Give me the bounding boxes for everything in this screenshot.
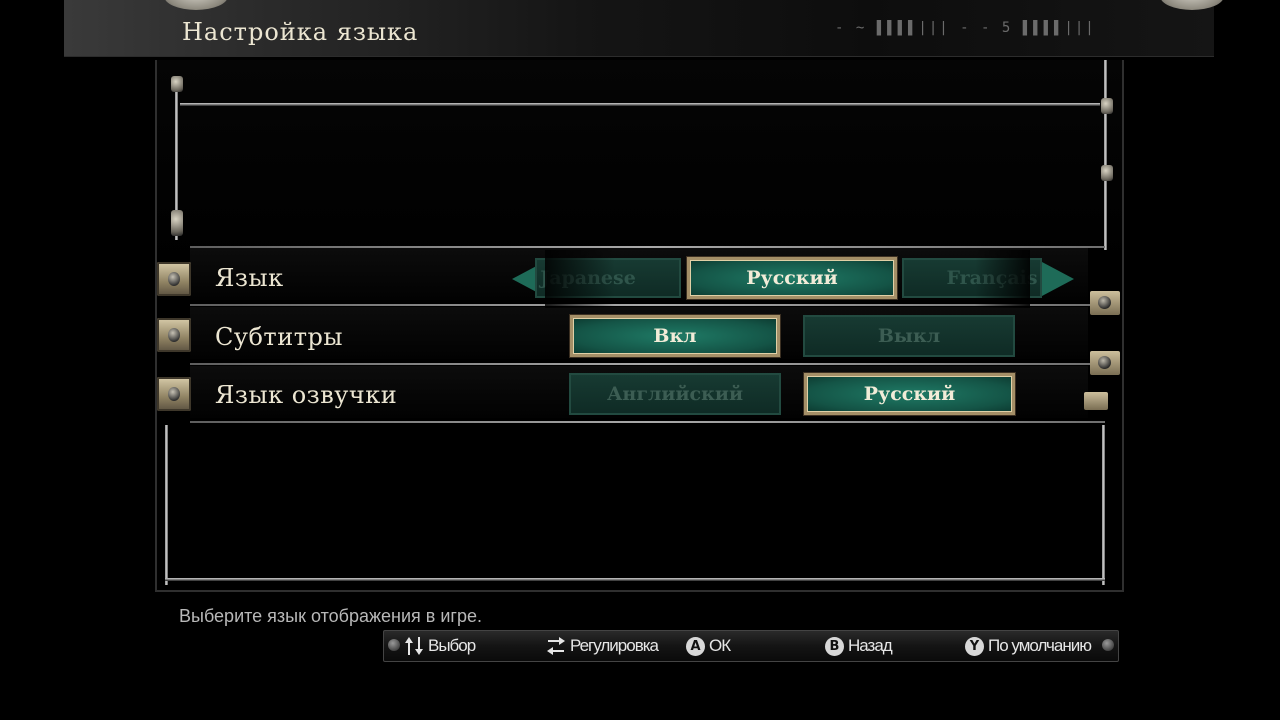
bolt-icon: [1098, 296, 1111, 309]
y-button-icon: Y: [965, 636, 984, 656]
row-bracket: [157, 318, 191, 352]
right-lower-pipe: [1102, 425, 1105, 585]
option-label: Русский: [746, 267, 838, 289]
controls-bar: Выбор Регулировка A ОК B Назад Y По умол…: [383, 630, 1119, 662]
option-label: Вкл: [653, 325, 697, 347]
bar-endcap-right: [1102, 639, 1114, 651]
hint-label: Регулировка: [570, 636, 659, 655]
pipe-fitting-top: [171, 76, 183, 92]
hint-adjust[interactable]: Регулировка: [546, 636, 659, 656]
hint-back[interactable]: B Назад: [825, 636, 893, 656]
hint-ok[interactable]: A ОК: [686, 636, 731, 656]
right-pipe-fitting-1: [1101, 98, 1113, 114]
a-button-icon: A: [686, 636, 705, 656]
right-pipe-fitting-2: [1101, 165, 1113, 181]
bar-endcap-left: [388, 639, 400, 651]
bolt-icon: [168, 272, 180, 286]
language-option-japanese[interactable]: Japanese: [535, 258, 681, 298]
header-ornament-left: [164, 0, 228, 10]
row-divider: [190, 363, 1105, 365]
bolt-icon: [168, 328, 180, 342]
hint-label: Назад: [848, 636, 893, 655]
option-label: Выкл: [877, 325, 941, 347]
language-option-french[interactable]: Français: [902, 258, 1042, 298]
swap-horizontal-icon: [547, 637, 565, 655]
b-button-icon: B: [825, 636, 844, 656]
row-divider: [190, 304, 1105, 306]
page-title: Настройка языка: [182, 18, 419, 46]
pipe-fitting: [1090, 351, 1120, 375]
pipe-fitting-bottom: [171, 210, 183, 236]
voice-option-english[interactable]: Английский: [569, 373, 781, 415]
row-divider: [190, 421, 1105, 423]
language-label: Язык: [215, 264, 284, 292]
option-label: Français: [946, 267, 1038, 289]
hint-select[interactable]: Выбор: [404, 636, 476, 656]
option-label: Английский: [606, 383, 744, 405]
pipe-fitting: [1090, 291, 1120, 315]
voice-language-label: Язык озвучки: [215, 381, 398, 409]
hint-default[interactable]: Y По умолчанию: [965, 636, 1092, 656]
option-label: Русский: [863, 383, 956, 405]
header-ornament-right: [1160, 0, 1224, 10]
language-option-russian[interactable]: Русский: [687, 257, 897, 299]
bolt-icon: [168, 387, 180, 401]
dpad-updown-icon: [405, 637, 423, 655]
hint-label: Выбор: [428, 636, 476, 655]
bolt-icon: [1098, 356, 1111, 369]
bottom-rail: [165, 578, 1105, 581]
option-label: Japanese: [540, 267, 636, 289]
row-bracket: [157, 377, 191, 411]
header-decoration-glyphs: - ~ ▌▌▌▌||| - - 5 ▌▌▌▌|||: [835, 20, 1096, 36]
right-pipe-top: [1104, 60, 1107, 250]
hint-label: По умолчанию: [988, 636, 1092, 655]
row-bracket: [157, 262, 191, 296]
top-rail: [180, 103, 1100, 106]
subtitles-option-on[interactable]: Вкл: [570, 315, 780, 357]
subtitles-option-off[interactable]: Выкл: [803, 315, 1015, 357]
hint-label: ОК: [709, 636, 731, 655]
subtitles-label: Субтитры: [215, 323, 343, 351]
left-lower-pipe: [165, 425, 168, 585]
voice-option-russian[interactable]: Русский: [804, 373, 1015, 415]
arrow-right-icon[interactable]: [1042, 262, 1074, 296]
help-text: Выберите язык отображения в игре.: [179, 606, 482, 626]
pipe-fitting: [1084, 392, 1108, 410]
